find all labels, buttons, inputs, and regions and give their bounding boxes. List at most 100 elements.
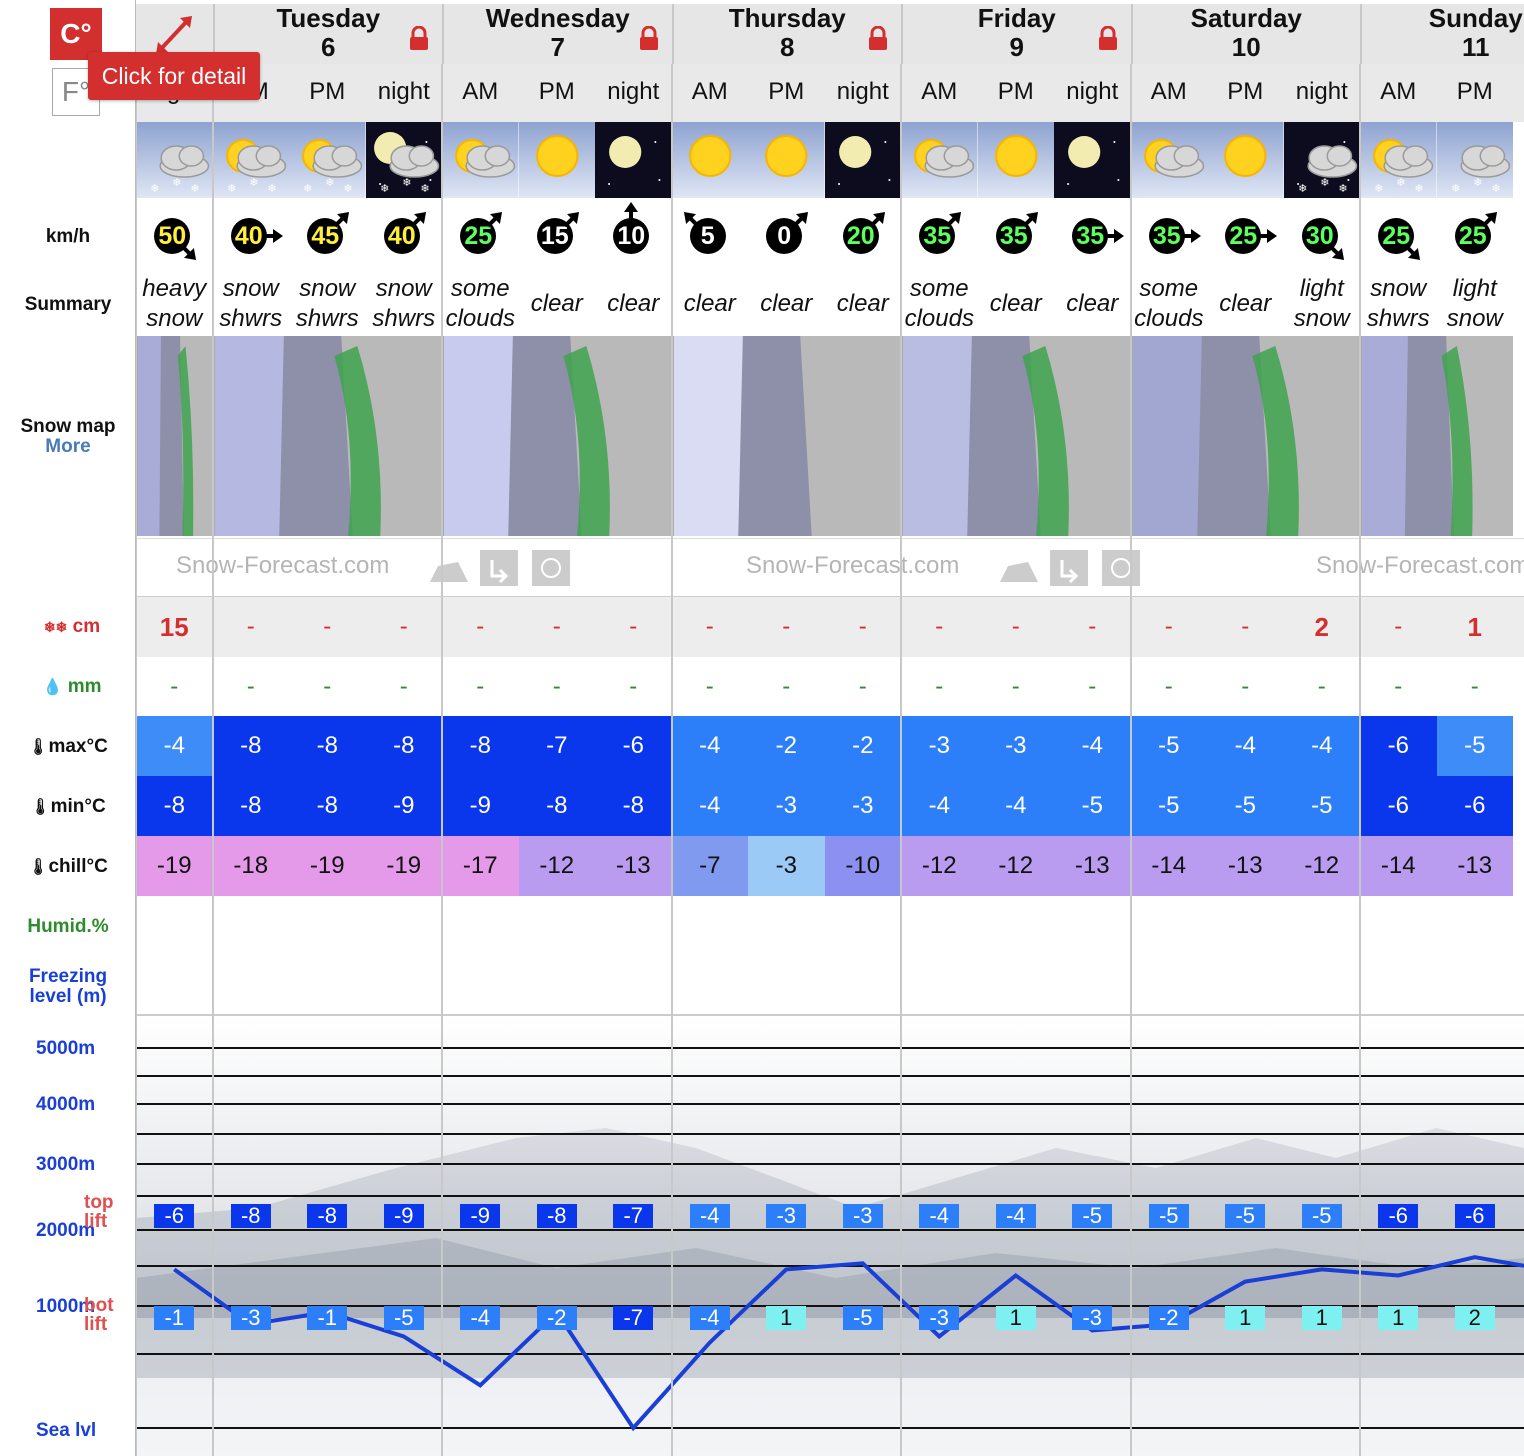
bottom-lift-temp: -5 (842, 1306, 883, 1330)
summary-line: snow (1446, 305, 1503, 332)
min-cell: -5 (1283, 776, 1360, 836)
chill-cell: -13 (595, 836, 672, 896)
summary-line: clear (1219, 290, 1272, 317)
summary-text: clear (825, 274, 902, 334)
bottom-lift-temp: 2 (1454, 1306, 1495, 1330)
bottom-lift-temp: -3 (230, 1306, 271, 1330)
min-cell: -8 (136, 776, 213, 836)
svg-text:❄: ❄ (1396, 177, 1405, 189)
wind-badge: 40 (230, 218, 283, 254)
wind-badge: 25 (1225, 218, 1278, 254)
top-lift-temp: -7 (613, 1204, 654, 1228)
snowflake-icon: ❄❄ (43, 619, 68, 635)
sun-snow-cloud-icon: ❄ ❄ ❄ (1360, 122, 1437, 198)
period-label: night (1066, 78, 1119, 105)
period-label: AM (921, 78, 958, 105)
max-cell: -6 (595, 716, 672, 776)
sun-icon (977, 122, 1054, 198)
bottom-lift-temp: -3 (1072, 1306, 1113, 1330)
summary-text: some clouds (901, 274, 978, 334)
period-label: night (1295, 78, 1348, 105)
top-lift-temp: -5 (1148, 1204, 1189, 1228)
top-lift-temp: -6 (1454, 1204, 1495, 1228)
forecast-grid: Tuesday 6 Wednesday 7 Thursday 8 Friday 9 Saturd… (136, 0, 1524, 1456)
column-separator (441, 64, 443, 1456)
svg-text:❄: ❄ (1473, 177, 1482, 189)
max-cell: -4 (1054, 716, 1131, 776)
day-header: Friday 9 (901, 4, 1131, 64)
detail-tooltip[interactable]: Click for detail (88, 52, 260, 100)
snowmap-more-link[interactable]: More (0, 436, 136, 457)
row-label-column: C° F° km/h Summary Snow map More ❄❄ cm 💧… (0, 0, 136, 1456)
svg-text:❄: ❄ (1374, 183, 1383, 195)
min-cell: -5 (1207, 776, 1284, 836)
sun-icon (671, 122, 748, 198)
lock-icon[interactable] (408, 25, 430, 50)
snow-map-thumbnail[interactable] (136, 336, 213, 536)
bottom-lift-temp: -5 (383, 1306, 424, 1330)
sun-cloud-icon (1130, 122, 1207, 198)
snow-cloud-icon: ❄ ❄ ❄ (1436, 122, 1513, 198)
top-lift-temp: -6 (154, 1204, 195, 1228)
snow-map-thumbnail[interactable] (1130, 336, 1360, 536)
summary-text: snow shwrs (366, 274, 443, 334)
column-separator (1129, 64, 1132, 1456)
snow-map-thumbnail[interactable] (1360, 336, 1513, 536)
summary-line: some (450, 275, 510, 302)
summary-line: heavy (142, 275, 207, 302)
top-lift-temp: -9 (460, 1204, 501, 1228)
chill-cell: -12 (1283, 836, 1360, 896)
bottom-lift-temp: 1 (995, 1306, 1036, 1330)
min-cell: -6 (1360, 776, 1437, 836)
min-cell: -3 (824, 776, 901, 836)
top-lift-temp: -5 (1301, 1204, 1342, 1228)
max-temp-label: 🌡max°C (28, 736, 108, 757)
summary-line: clear (836, 290, 889, 317)
summary-text: clear (748, 274, 825, 334)
rain-cell: - (552, 673, 561, 700)
rain-cell: - (935, 673, 944, 700)
period-label: PM (768, 78, 805, 105)
map-layer-icons[interactable] (998, 548, 1144, 588)
period-label: AM (691, 78, 728, 105)
map-layer-icons[interactable] (428, 548, 574, 588)
svg-text:❄: ❄ (325, 177, 334, 189)
rain-cell: - (323, 673, 332, 700)
altitude-5000: 5000m (36, 1038, 96, 1059)
wind-badge: 25 (460, 211, 503, 254)
summary-text: light snow (1284, 274, 1361, 334)
rain-cell: - (1317, 673, 1326, 700)
max-cell: -2 (824, 716, 901, 776)
svg-text:❄: ❄ (190, 183, 199, 195)
lock-icon[interactable] (1097, 25, 1119, 50)
snow-cell: 1 (1467, 611, 1482, 642)
bottom-lift-temp: -4 (689, 1306, 730, 1330)
summary-text: snow shwrs (1360, 274, 1437, 334)
snow-cloud-night-icon: ❄ ❄ ❄ (1283, 122, 1360, 198)
snow-map-thumbnail[interactable] (442, 336, 672, 536)
altitude-3000: 3000m (36, 1154, 96, 1175)
snow-map-thumbnail[interactable] (901, 336, 1131, 536)
top-lift-temp: -8 (307, 1204, 348, 1228)
snow-cell: - (629, 613, 638, 640)
rain-cell: - (782, 673, 791, 700)
svg-text:❄: ❄ (1414, 183, 1423, 195)
svg-text:❄: ❄ (380, 183, 389, 195)
summary-label: Summary (24, 294, 112, 315)
row-separator (136, 716, 1524, 717)
snow-map-thumbnail[interactable] (212, 336, 442, 536)
wind-label: km/h (45, 226, 91, 247)
snow-map-thumbnail[interactable] (671, 336, 901, 536)
max-cell: -4 (671, 716, 748, 776)
summary-line: snow (222, 275, 279, 302)
column-separator (136, 64, 137, 1456)
rain-cell: - (476, 673, 485, 700)
rain-cell: - (246, 673, 255, 700)
moon-icon (824, 122, 901, 198)
max-cell: -4 (1283, 716, 1360, 776)
lock-icon[interactable] (638, 25, 660, 50)
watermark-text: Snow-Forecast.com (746, 552, 960, 579)
lock-icon[interactable] (867, 25, 889, 50)
bottom-lift-temp: 1 (766, 1306, 807, 1330)
wind-arrow-icon (249, 224, 283, 248)
